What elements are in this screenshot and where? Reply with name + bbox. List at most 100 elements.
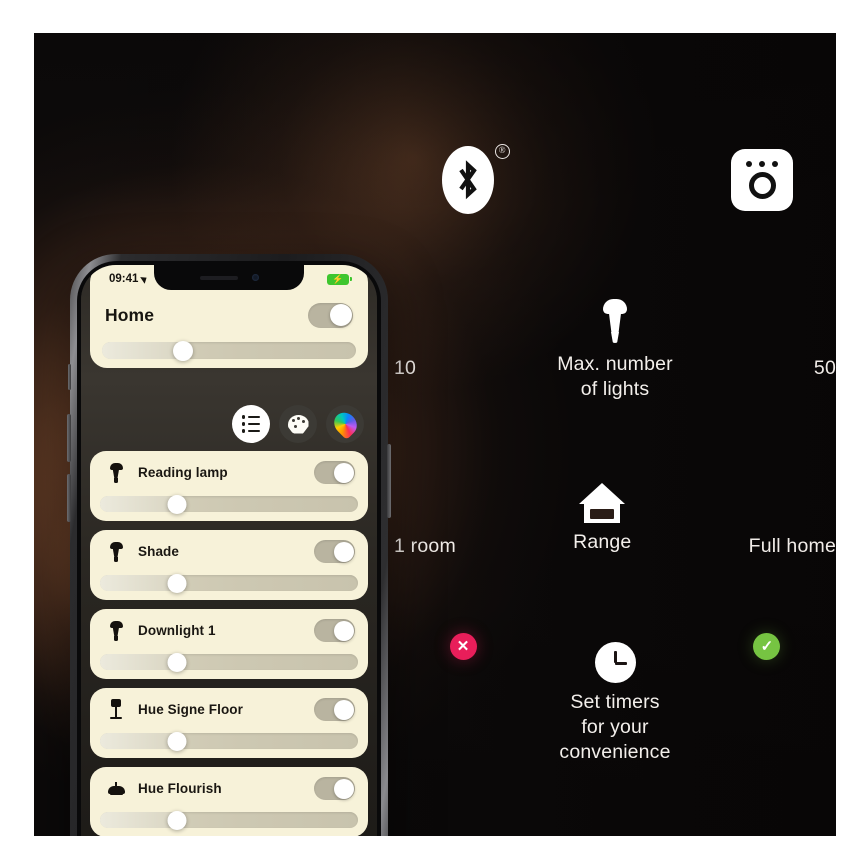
light-brightness-slider[interactable]: [100, 573, 358, 593]
toggle-knob: [329, 304, 352, 326]
max-lights-bluetooth-value: 10: [394, 357, 417, 379]
registered-trademark-mark: ®: [494, 144, 510, 159]
max-lights-label: Max. number of lights: [557, 352, 672, 402]
range-label-line1: Range: [573, 531, 632, 553]
light-toggle[interactable]: [314, 461, 355, 484]
timers-label: Set timers for your convenience: [559, 690, 670, 765]
earpiece-speaker: [199, 275, 238, 280]
timers-bridge-status: ✓: [698, 633, 836, 660]
light-name: Downlight 1: [138, 623, 216, 638]
slider-knob: [167, 652, 187, 672]
phone-screen: 09:41 ⚡ Home Reading lamp Shade Downligh…: [81, 265, 377, 836]
promo-canvas: ® 10 Max. number of lights 50 1 room Ran…: [34, 33, 836, 836]
status-yes-icon: ✓: [753, 633, 781, 660]
light-brightness-slider[interactable]: [100, 731, 358, 751]
feature-comparison: ® 10 Max. number of lights 50 1 room Ran…: [394, 33, 836, 836]
list-item[interactable]: Reading lamp: [90, 451, 368, 521]
screenshot-root: ® 10 Max. number of lights 50 1 room Ran…: [0, 0, 868, 868]
list-item[interactable]: Hue Signe Floor: [90, 688, 368, 758]
bridge-ring: [748, 172, 776, 199]
hue-bridge-icon: [731, 149, 794, 211]
bulb-icon: [105, 541, 127, 562]
comparison-header-row: ®: [394, 115, 836, 245]
bridge-column-header: [689, 135, 836, 225]
slider-knob: [173, 340, 194, 361]
light-toggle[interactable]: [314, 540, 355, 563]
volume-up-button[interactable]: [67, 414, 71, 462]
slider-fill: [100, 654, 178, 670]
light-brightness-slider[interactable]: [100, 652, 358, 672]
timers-label-line2: for your: [581, 716, 649, 738]
range-bluetooth-value: 1 room: [394, 535, 456, 557]
light-list: Reading lamp Shade Downlight 1 Hue Signe…: [90, 451, 368, 836]
power-button[interactable]: [387, 444, 391, 518]
light-card-header: Hue Flourish: [90, 767, 368, 810]
slider-fill: [100, 812, 178, 828]
view-mode-tabs: [232, 405, 364, 443]
charging-bolt-icon: ⚡: [332, 273, 344, 284]
light-name: Hue Signe Floor: [138, 702, 244, 717]
phone-notch: [154, 265, 304, 290]
status-bar-time: 09:41: [109, 273, 139, 285]
light-name: Reading lamp: [138, 465, 228, 480]
feature-row-max-lights: 10 Max. number of lights 50: [394, 295, 836, 402]
light-brightness-slider[interactable]: [100, 810, 358, 830]
slider-knob: [167, 731, 187, 751]
slider-fill: [100, 733, 178, 749]
tab-scenes-view[interactable]: [279, 405, 317, 443]
bulb-icon: [602, 295, 628, 345]
home-brightness-slider[interactable]: [102, 340, 356, 361]
timers-center: Set timers for your convenience: [532, 633, 698, 765]
toggle-knob: [333, 699, 354, 720]
light-card-header: Downlight 1: [90, 609, 368, 652]
feature-row-timers: ✕ Set timers for your convenience ✓: [394, 633, 836, 765]
list-item[interactable]: Shade: [90, 530, 368, 600]
max-lights-label-line1: Max. number: [557, 353, 673, 375]
floor-lamp-icon: [105, 699, 127, 720]
status-bar-left: 09:41: [109, 273, 150, 285]
tab-list-view[interactable]: [232, 405, 270, 443]
palette-icon: [287, 414, 309, 434]
range-bridge-value: Full home: [748, 535, 836, 557]
home-master-toggle[interactable]: [308, 302, 353, 328]
max-lights-center: Max. number of lights: [525, 295, 705, 402]
max-lights-label-line2: of lights: [580, 378, 650, 400]
home-title: Home: [105, 304, 155, 325]
slider-knob: [167, 573, 187, 593]
slider-knob: [167, 494, 187, 514]
light-brightness-slider[interactable]: [100, 494, 358, 514]
toggle-knob: [333, 541, 354, 562]
toggle-knob: [333, 620, 354, 641]
status-no-icon: ✕: [449, 633, 477, 660]
bluetooth-column-header: ®: [394, 135, 541, 225]
tab-color-view[interactable]: [326, 405, 364, 443]
slider-fill: [102, 342, 184, 359]
range-center: Range: [512, 473, 692, 555]
light-toggle[interactable]: [314, 777, 355, 800]
light-card-header: Reading lamp: [90, 451, 368, 494]
list-item[interactable]: Hue Flourish: [90, 767, 368, 836]
list-item[interactable]: Downlight 1: [90, 609, 368, 679]
toggle-knob: [333, 778, 354, 799]
bulb-icon: [105, 462, 127, 483]
location-arrow-icon: [140, 274, 150, 284]
volume-down-button[interactable]: [67, 474, 71, 522]
timers-label-line3: convenience: [559, 741, 671, 763]
light-toggle[interactable]: [314, 619, 355, 642]
toggle-knob: [333, 462, 354, 483]
pendant-lamp-icon: [105, 781, 127, 796]
light-toggle[interactable]: [314, 698, 355, 721]
slider-fill: [100, 575, 178, 591]
feature-row-range: 1 room Range Full home: [394, 473, 836, 558]
home-card-header: Home: [90, 291, 368, 335]
timers-bluetooth-status: ✕: [394, 633, 532, 660]
mute-switch[interactable]: [68, 364, 71, 390]
light-name: Shade: [138, 544, 180, 559]
bridge-dots: [746, 161, 779, 167]
phone-mockup: 09:41 ⚡ Home Reading lamp Shade Downligh…: [67, 254, 391, 836]
max-lights-bridge-value: 50: [813, 357, 836, 379]
light-name: Hue Flourish: [138, 781, 222, 796]
timers-label-line1: Set timers: [570, 691, 660, 713]
range-label: Range: [573, 530, 631, 555]
slider-fill: [100, 496, 178, 512]
